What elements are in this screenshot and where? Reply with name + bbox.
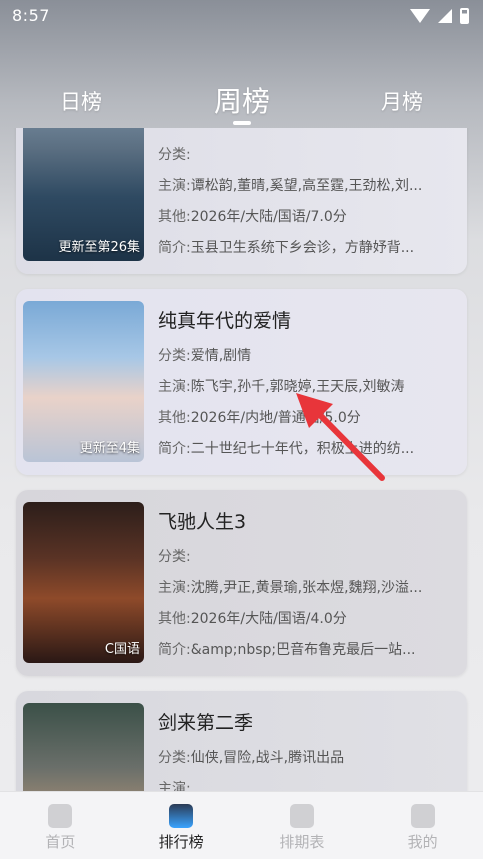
cast-row: 主演: [158, 778, 462, 791]
signal-icon [438, 9, 452, 23]
ranking-icon [169, 804, 194, 828]
drama-title: 飞驰人生3 [158, 511, 247, 533]
nav-label: 我的 [407, 833, 438, 851]
cast-label: 主演: [158, 379, 191, 395]
tab-indicator [233, 121, 251, 125]
update-badge: C国语 [104, 642, 140, 657]
drama-title: 剑来第二季 [158, 712, 254, 734]
cast-value: 谭松韵,董晴,奚望,高至霆,王劲松,刘... [190, 178, 423, 194]
cast-value: 陈飞宇,孙千,郭晓婷,王天辰,刘敏涛 [190, 379, 405, 395]
category-value: 仙侠,冒险,战斗,腾讯出品 [190, 750, 345, 766]
summary-value: 玉县卫生系统下乡会诊，方静妤背... [190, 240, 415, 256]
status-bar: 8:57 [0, 0, 483, 34]
cast-row: 主演:沈腾,尹正,黄景瑜,张本煜,魏翔,沙溢... [158, 577, 462, 597]
nav-schedule[interactable]: 排期表 [242, 792, 363, 859]
drama-card[interactable]: 更新至第26集 分类: 主演:谭松韵,董晴,奚望,高至霆,王劲松,刘... 其他… [16, 128, 467, 274]
summary-value: 二十世纪七十年代，积极上进的纺... [190, 441, 415, 457]
other-row: 其他:2026年/大陆/国语/4.0分 [158, 608, 462, 628]
drama-card[interactable]: 剑来第二季 分类:仙侠,冒险,战斗,腾讯出品 主演: [16, 691, 467, 791]
home-icon [48, 804, 73, 828]
drama-title: 纯真年代的爱情 [158, 310, 292, 332]
summary-row: 简介:玉县卫生系统下乡会诊，方静妤背... [158, 237, 462, 257]
cast-value: 沈腾,尹正,黄景瑜,张本煜,魏翔,沙溢... [190, 580, 423, 596]
category-value: 爱情,剧情 [190, 348, 252, 364]
category-label: 分类: [158, 147, 191, 163]
bottom-nav: 首页 排行榜 排期表 我的 [0, 791, 483, 859]
status-icons [410, 8, 469, 24]
cast-label: 主演: [158, 781, 191, 791]
update-badge: 更新至第26集 [58, 240, 140, 255]
drama-poster[interactable]: 更新至4集 [23, 301, 144, 462]
category-label: 分类: [158, 750, 191, 766]
tab-daily[interactable]: 日榜 [60, 86, 102, 116]
summary-row: 简介:&amp;nbsp;巴音布鲁克最后一站... [158, 639, 462, 659]
nav-label: 排期表 [279, 833, 325, 851]
summary-label: 简介: [158, 240, 191, 256]
summary-label: 简介: [158, 441, 191, 457]
other-row: 其他:2026年/内地/普通话/5.0分 [158, 407, 462, 427]
nav-label: 排行榜 [158, 833, 204, 851]
other-value: 2026年/大陆/国语/4.0分 [190, 611, 347, 627]
cast-label: 主演: [158, 580, 191, 596]
drama-poster[interactable] [23, 703, 144, 791]
calendar-icon [289, 804, 314, 828]
summary-label: 简介: [158, 642, 191, 658]
other-label: 其他: [158, 410, 191, 426]
nav-ranking[interactable]: 排行榜 [121, 792, 242, 859]
drama-poster[interactable]: C国语 [23, 502, 144, 663]
nav-home[interactable]: 首页 [0, 792, 121, 859]
rank-tabs: 日榜 周榜 月榜 [0, 70, 483, 130]
wifi-icon [410, 9, 430, 23]
tab-monthly[interactable]: 月榜 [381, 86, 423, 116]
drama-card[interactable]: C国语 飞驰人生3 分类: 主演:沈腾,尹正,黄景瑜,张本煜,魏翔,沙溢... … [16, 490, 467, 676]
other-label: 其他: [158, 611, 191, 627]
tab-weekly[interactable]: 周榜 [214, 80, 270, 120]
other-value: 2026年/大陆/国语/7.0分 [190, 209, 347, 225]
cast-row: 主演:陈飞宇,孙千,郭晓婷,王天辰,刘敏涛 [158, 376, 462, 396]
ranking-list[interactable]: 更新至第26集 分类: 主演:谭松韵,董晴,奚望,高至霆,王劲松,刘... 其他… [0, 128, 483, 791]
other-value: 2026年/内地/普通话/5.0分 [190, 410, 361, 426]
drama-card[interactable]: 更新至4集 纯真年代的爱情 分类:爱情,剧情 主演:陈飞宇,孙千,郭晓婷,王天辰… [16, 289, 467, 475]
category-row: 分类: [158, 546, 462, 566]
nav-label: 首页 [45, 833, 76, 851]
category-label: 分类: [158, 348, 191, 364]
summary-value: &amp;nbsp;巴音布鲁克最后一站... [190, 642, 416, 658]
category-row: 分类:仙侠,冒险,战斗,腾讯出品 [158, 747, 462, 767]
category-row: 分类: [158, 144, 462, 164]
cast-label: 主演: [158, 178, 191, 194]
drama-poster[interactable]: 更新至第26集 [23, 128, 144, 261]
summary-row: 简介:二十世纪七十年代，积极上进的纺... [158, 438, 462, 458]
category-label: 分类: [158, 549, 191, 565]
nav-profile[interactable]: 我的 [362, 792, 483, 859]
cast-row: 主演:谭松韵,董晴,奚望,高至霆,王劲松,刘... [158, 175, 462, 195]
battery-icon [460, 8, 469, 24]
profile-icon [410, 804, 435, 828]
other-label: 其他: [158, 209, 191, 225]
category-row: 分类:爱情,剧情 [158, 345, 462, 365]
status-time: 8:57 [12, 6, 50, 25]
update-badge: 更新至4集 [79, 441, 140, 456]
other-row: 其他:2026年/大陆/国语/7.0分 [158, 206, 462, 226]
